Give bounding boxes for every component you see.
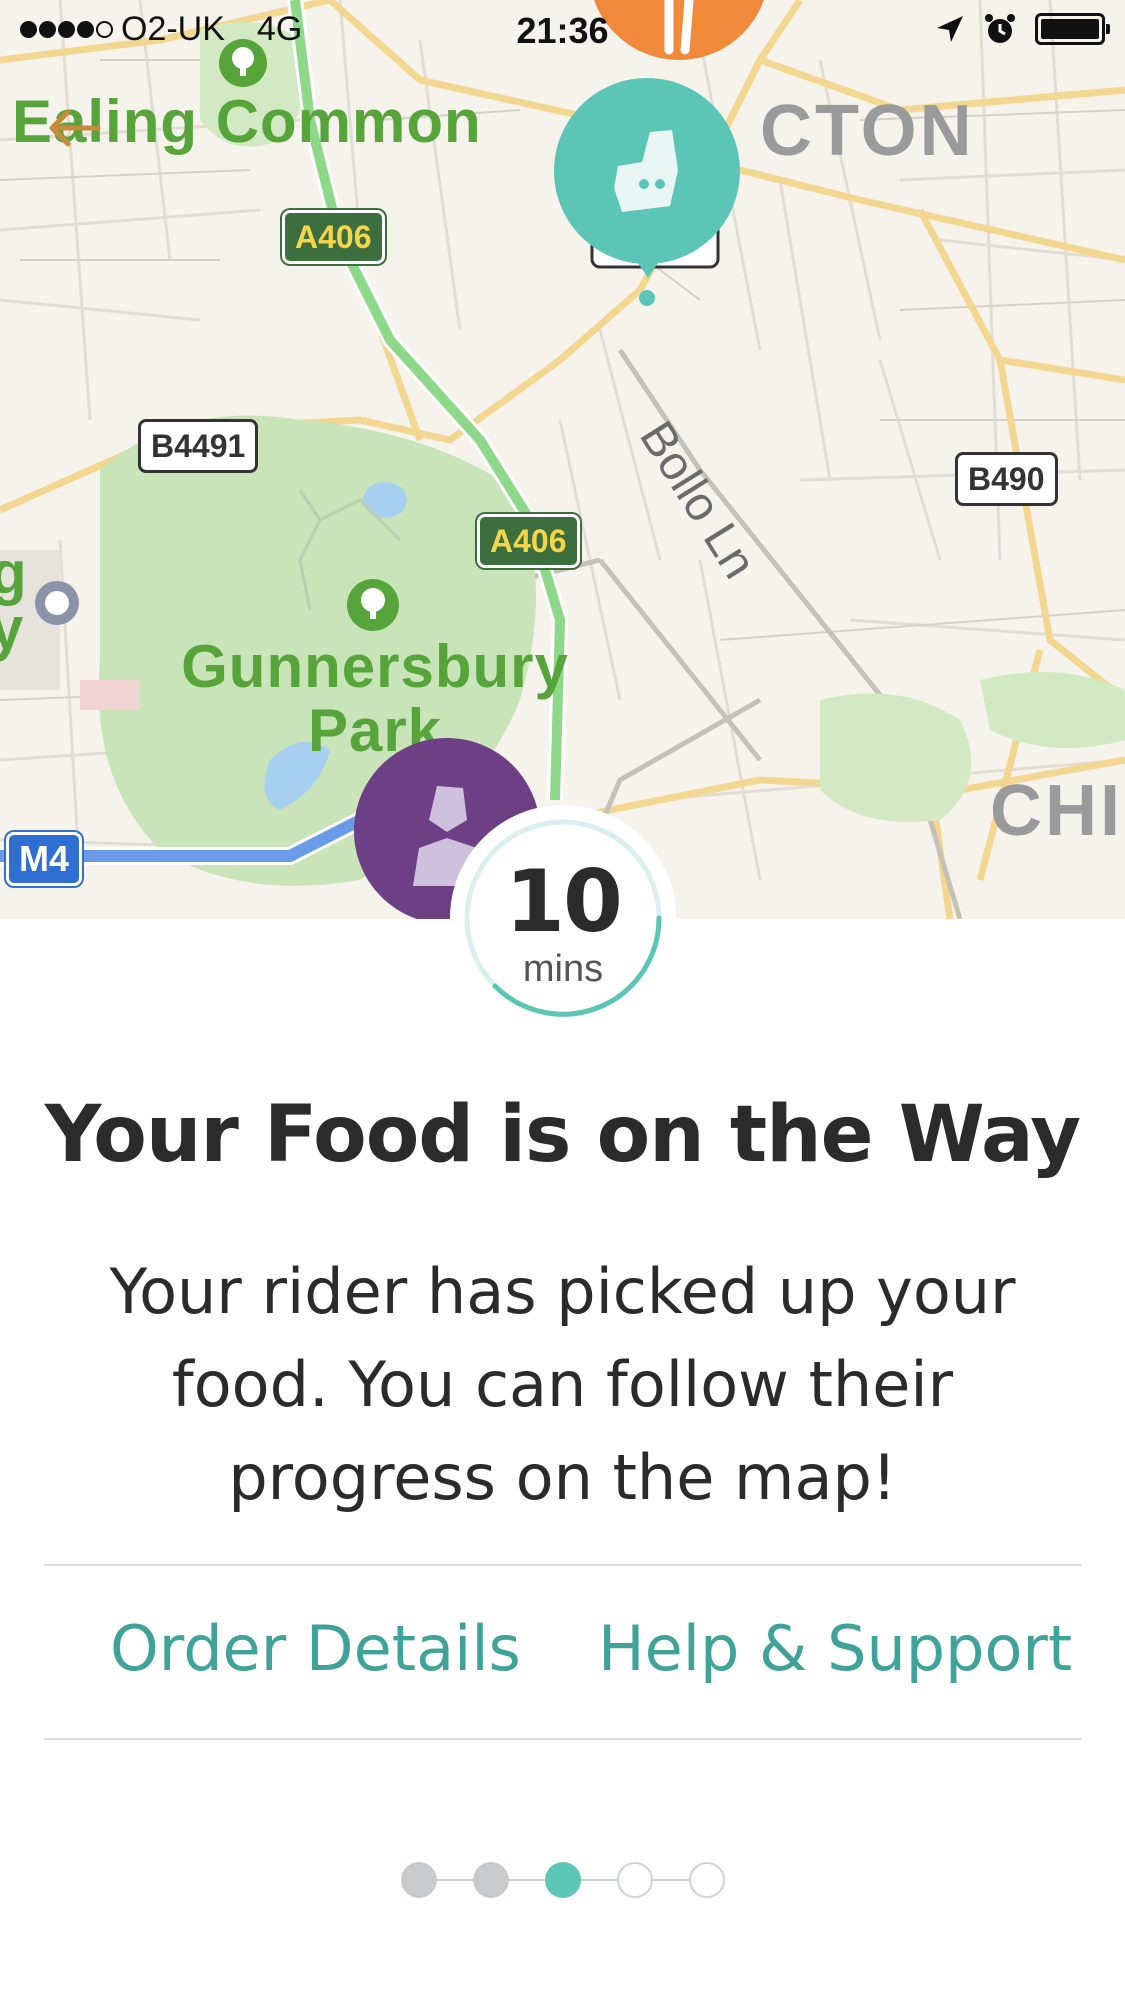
status-bar-right — [935, 12, 1110, 46]
page-title: Your Food is on the Way — [44, 1090, 1081, 1180]
map-view[interactable]: Ealing Common CTON Gunnersbury Park CHI … — [0, 0, 1125, 919]
road-shield-a406: A406 — [477, 514, 580, 568]
progress-step-2 — [473, 1862, 509, 1898]
eta-timer: 10 mins — [450, 805, 676, 1031]
back-button[interactable] — [44, 98, 104, 158]
progress-stepper — [401, 1862, 725, 1898]
help-support-link[interactable]: Help & Support — [598, 1612, 1072, 1685]
road-shield-a406: A406 — [282, 210, 385, 264]
progress-step-5 — [689, 1862, 725, 1898]
divider — [44, 1738, 1081, 1740]
progress-step-3 — [545, 1862, 581, 1898]
delivery-location-dot — [639, 290, 655, 306]
road-shield-m4: M4 — [6, 832, 83, 886]
road-shield-b490: B490 — [955, 452, 1058, 506]
battery-icon — [1035, 13, 1110, 45]
deliveroo-logo-icon — [614, 130, 678, 212]
eta-value: 10 — [505, 852, 623, 952]
location-arrow-icon — [937, 16, 963, 42]
status-bar: O2-UK 4G 21:36 — [0, 0, 1125, 60]
map-label-left-edge: g y — [0, 539, 28, 662]
alarm-icon — [985, 14, 1015, 43]
progress-step-4 — [617, 1862, 653, 1898]
progress-step-1 — [401, 1862, 437, 1898]
map-label-acton: CTON — [760, 91, 975, 171]
eta-unit: mins — [522, 948, 604, 990]
status-message: Your rider has picked up your food. You … — [109, 1255, 1016, 1514]
map-label-chiswick: CHI — [990, 771, 1123, 851]
divider — [44, 1564, 1081, 1566]
back-arrow-icon — [49, 109, 101, 147]
order-details-link[interactable]: Order Details — [110, 1612, 521, 1685]
deliveroo-pin[interactable] — [554, 78, 740, 278]
map-label-gunnersbury-park: Gunnersbury Park — [181, 633, 569, 764]
road-shield-b4491: B4491 — [138, 419, 259, 473]
